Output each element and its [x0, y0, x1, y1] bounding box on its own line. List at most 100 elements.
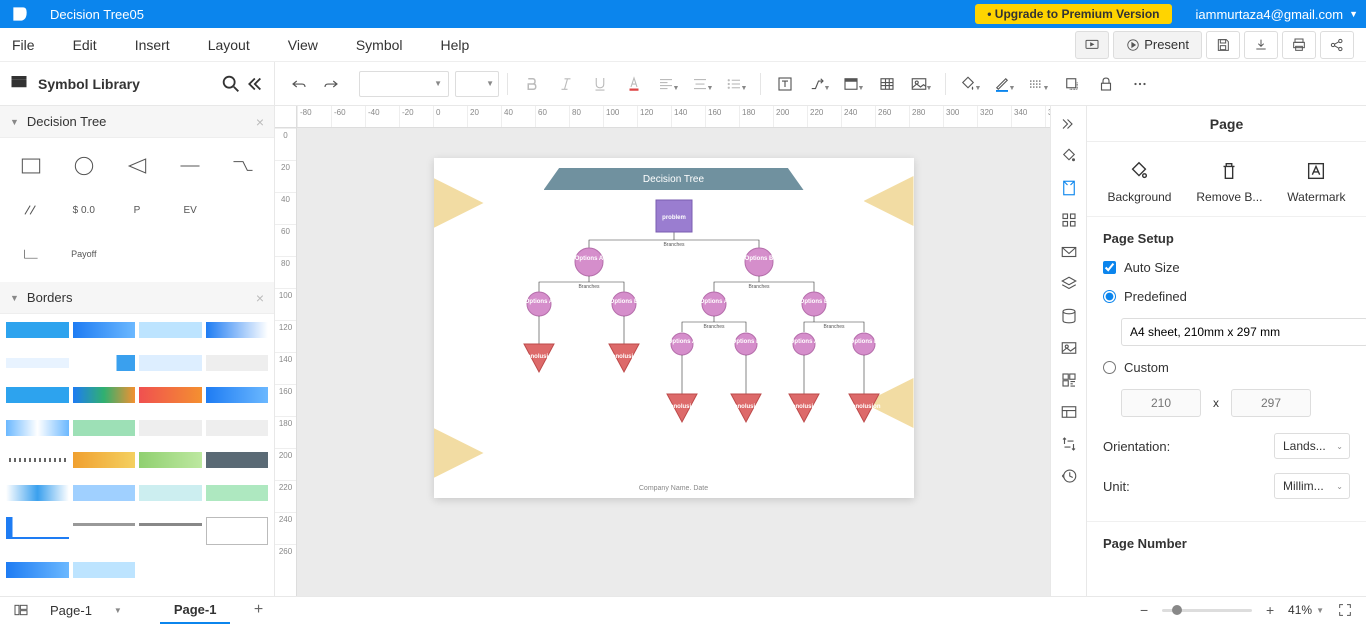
page-panel-button[interactable] [1055, 174, 1083, 202]
save-button[interactable] [1206, 31, 1240, 59]
border-swatch[interactable] [139, 322, 202, 338]
bold-button[interactable] [516, 68, 548, 100]
border-swatch[interactable] [139, 387, 202, 403]
orientation-select[interactable]: Lands... ⌄ [1274, 433, 1350, 459]
document-title[interactable]: Decision Tree05 [50, 7, 144, 22]
arrange-panel-button[interactable] [1055, 430, 1083, 458]
auto-size-label[interactable]: Auto Size [1124, 260, 1180, 275]
unit-select[interactable]: Millim... ⌄ [1274, 473, 1350, 499]
border-swatch[interactable] [139, 420, 202, 436]
redo-button[interactable] [315, 68, 347, 100]
zoom-in-button[interactable]: + [1262, 602, 1278, 618]
border-swatch[interactable] [6, 458, 69, 462]
border-swatch[interactable] [73, 562, 136, 578]
border-swatch[interactable] [6, 485, 69, 501]
remove-bg-action[interactable]: Remove B... [1196, 160, 1262, 204]
predefined-radio[interactable] [1103, 290, 1116, 303]
shape-angle-line[interactable] [217, 144, 270, 188]
height-input[interactable] [1231, 389, 1311, 417]
canvas-viewport[interactable]: Decision Tree Company Name. Date Branche… [297, 128, 1050, 596]
fill-panel-button[interactable] [1055, 142, 1083, 170]
border-swatch[interactable] [206, 485, 269, 501]
font-color-button[interactable] [618, 68, 650, 100]
italic-button[interactable] [550, 68, 582, 100]
upgrade-button[interactable]: • Upgrade to Premium Version [975, 4, 1171, 24]
border-swatch[interactable] [73, 452, 136, 468]
predefined-label[interactable]: Predefined [1124, 289, 1187, 304]
shape-double-slash[interactable] [4, 188, 57, 232]
zoom-value-dropdown[interactable]: 41% ▼ [1288, 603, 1324, 617]
underline-button[interactable] [584, 68, 616, 100]
menu-file[interactable]: File [12, 33, 51, 57]
border-swatch[interactable] [6, 358, 69, 368]
share-button[interactable] [1320, 31, 1354, 59]
zoom-slider[interactable] [1162, 609, 1252, 612]
shape-circle[interactable] [57, 144, 110, 188]
diagram-title-banner[interactable]: Decision Tree [544, 168, 804, 190]
border-swatch[interactable] [6, 420, 69, 436]
app-logo[interactable] [8, 2, 32, 26]
image-panel-button[interactable] [1055, 334, 1083, 362]
qrcode-panel-button[interactable] [1055, 366, 1083, 394]
border-swatch[interactable] [6, 517, 69, 539]
lock-button[interactable] [1090, 68, 1122, 100]
decision-tree-diagram[interactable]: Branches problem Options A Options B Bra… [464, 194, 884, 474]
border-swatch[interactable] [139, 452, 202, 468]
border-swatch[interactable] [73, 485, 136, 501]
border-swatch[interactable] [206, 387, 269, 403]
zoom-out-button[interactable]: − [1136, 602, 1152, 618]
add-page-button[interactable]: + [248, 600, 268, 620]
page-list-button[interactable] [10, 599, 32, 621]
border-swatch[interactable] [73, 322, 136, 338]
shape-line[interactable] [164, 144, 217, 188]
page-dropdown[interactable]: Page-1 ▼ [42, 603, 130, 618]
menu-help[interactable]: Help [441, 33, 486, 57]
accordion-decision-tree[interactable]: ▼ Decision Tree × [0, 106, 274, 138]
history-panel-button[interactable] [1055, 462, 1083, 490]
border-swatch[interactable] [139, 485, 202, 501]
border-swatch[interactable] [206, 420, 269, 436]
container-button[interactable]: ▼ [837, 68, 869, 100]
close-section-icon[interactable]: × [256, 114, 264, 130]
predefined-size-select[interactable] [1121, 318, 1366, 346]
border-swatch[interactable] [73, 355, 136, 371]
download-button[interactable] [1244, 31, 1278, 59]
accordion-borders[interactable]: ▼ Borders × [0, 282, 274, 314]
search-icon[interactable] [220, 73, 242, 95]
menu-edit[interactable]: Edit [73, 33, 113, 57]
line-style-button[interactable]: ▼ [1022, 68, 1054, 100]
insert-image-button[interactable]: ▼ [905, 68, 937, 100]
line-color-button[interactable]: ▼ [988, 68, 1020, 100]
text-tool-button[interactable] [769, 68, 801, 100]
background-action[interactable]: Background [1107, 160, 1171, 204]
watermark-action[interactable]: Watermark [1287, 160, 1345, 204]
view-panel-button[interactable] [1055, 398, 1083, 426]
data-panel-button[interactable] [1055, 302, 1083, 330]
border-swatch[interactable] [6, 562, 69, 578]
shape-p[interactable]: P [110, 188, 163, 232]
border-swatch[interactable] [73, 420, 136, 436]
menu-view[interactable]: View [288, 33, 334, 57]
border-swatch[interactable] [206, 355, 269, 371]
shape-money[interactable]: $ 0.0 [57, 188, 110, 232]
diagram-footer[interactable]: Company Name. Date [639, 485, 708, 492]
undo-button[interactable] [283, 68, 315, 100]
auto-size-checkbox[interactable] [1103, 261, 1116, 274]
menu-symbol[interactable]: Symbol [356, 33, 419, 57]
border-swatch[interactable] [139, 355, 202, 371]
shape-payoff[interactable]: Payoff [57, 232, 110, 276]
expand-strip-button[interactable] [1055, 110, 1083, 138]
custom-radio[interactable] [1103, 361, 1116, 374]
custom-label[interactable]: Custom [1124, 360, 1169, 375]
border-swatch[interactable] [6, 387, 69, 403]
more-tools-button[interactable] [1124, 68, 1156, 100]
shape-ev[interactable]: EV [164, 188, 217, 232]
present-button[interactable]: Present [1113, 31, 1202, 59]
page-tab-active[interactable]: Page-1 [160, 597, 231, 624]
user-account-menu[interactable]: iammurtaza4@gmail.com ▼ [1196, 7, 1359, 22]
theme-panel-button[interactable] [1055, 238, 1083, 266]
shadow-button[interactable] [1056, 68, 1088, 100]
width-input[interactable] [1121, 389, 1201, 417]
border-swatch[interactable] [206, 322, 269, 338]
shapes-panel-button[interactable] [1055, 206, 1083, 234]
